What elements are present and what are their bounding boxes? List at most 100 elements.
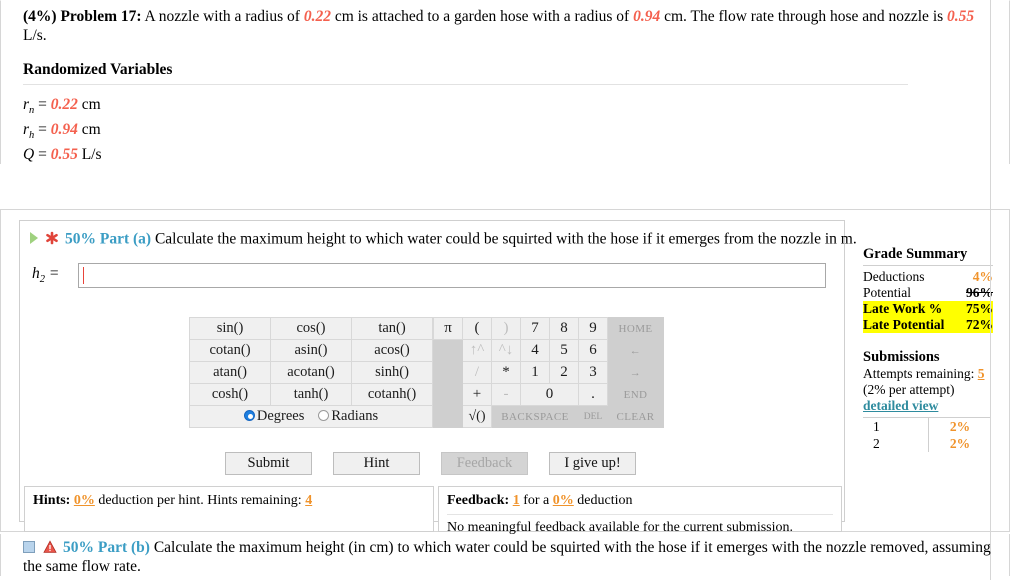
key-divide[interactable]: / [462, 361, 492, 384]
submissions-table: 1 2% 2 2% [863, 417, 991, 452]
fn-key-tanh[interactable]: tanh() [270, 383, 352, 406]
fn-key-cotan[interactable]: cotan() [189, 339, 271, 362]
attempts-remaining-line: Attempts remaining: 5 [863, 366, 993, 382]
feedback-panel: Feedback: 1 for a 0% deduction No meanin… [438, 486, 842, 535]
key-clear[interactable]: CLEAR [607, 405, 664, 428]
feedback-divider [447, 514, 833, 515]
key-3[interactable]: 3 [578, 361, 608, 384]
feedback-deduction[interactable]: 0% [553, 493, 574, 508]
key-7[interactable]: 7 [520, 317, 550, 340]
key-pi[interactable]: π [433, 317, 463, 340]
key-end[interactable]: END [607, 383, 664, 406]
problem-weight: (4%) [23, 8, 57, 25]
key-5[interactable]: 5 [549, 339, 579, 362]
keypad-row: / * 1 2 3 → [433, 361, 664, 384]
fn-key-sin[interactable]: sin() [189, 317, 271, 340]
rv-symbol: Q [23, 146, 35, 164]
problem-text-3: cm. The flow rate through hose and nozzl… [660, 8, 948, 25]
fn-key-acos[interactable]: acos() [351, 339, 433, 362]
part-a-percent: 50% [65, 230, 96, 248]
keypad-row: π ( ) 7 8 9 HOME [433, 317, 664, 340]
key-backspace[interactable]: BACKSPACE [491, 405, 579, 428]
part-b-percent: 50% [63, 539, 94, 556]
fn-key-asin[interactable]: asin() [270, 339, 352, 362]
radians-radio[interactable] [318, 410, 330, 422]
key-8[interactable]: 8 [549, 317, 579, 340]
key-9[interactable]: 9 [578, 317, 608, 340]
key-arrow-right[interactable]: → [607, 361, 664, 384]
feedback-text-end: deduction [573, 493, 633, 508]
key-4[interactable]: 4 [520, 339, 550, 362]
angle-mode-cell: Degrees Radians [189, 405, 433, 428]
play-triangle-icon[interactable] [30, 232, 38, 245]
feedback-count[interactable]: 1 [513, 493, 520, 508]
fn-key-atan[interactable]: atan() [189, 361, 271, 384]
feedback-button: Feedback [441, 452, 528, 475]
answer-input[interactable] [78, 263, 826, 288]
function-row: cosh() tanh() cotanh() [189, 383, 433, 406]
submission-row: 2 2% [863, 435, 991, 452]
rv-value: 0.94 [50, 121, 78, 139]
grade-summary-rule [863, 265, 993, 266]
submission-number: 1 [863, 418, 929, 435]
fn-key-tan[interactable]: tan() [351, 317, 433, 340]
attempts-label: Attempts remaining: [863, 366, 978, 381]
give-up-button[interactable]: I give up! [549, 452, 636, 475]
keypad-row: + - 0 . END [433, 383, 664, 406]
grade-row-name: Deductions [863, 269, 925, 284]
submission-penalty: 2% [949, 436, 971, 451]
grade-row-value: 75% [966, 301, 993, 316]
fn-key-cosh[interactable]: cosh() [189, 383, 271, 406]
key-1[interactable]: 1 [520, 361, 550, 384]
grade-summary-title: Grade Summary [863, 246, 968, 262]
hints-remaining[interactable]: 4 [305, 493, 312, 508]
key-minus[interactable]: - [491, 383, 521, 406]
submission-number: 2 [863, 435, 929, 452]
problem-text-4: L/s. [23, 27, 47, 44]
key-home[interactable]: HOME [607, 317, 664, 340]
fn-key-cos[interactable]: cos() [270, 317, 352, 340]
hints-label: Hints: [33, 493, 71, 508]
submission-row: 1 2% [863, 418, 991, 435]
part-b-label: Part (b) [94, 539, 150, 556]
red-asterisk-icon [45, 231, 59, 245]
blue-square-icon[interactable] [23, 541, 35, 554]
randomized-variable-row: rn = 0.22 cm [23, 95, 995, 120]
fn-key-acotan[interactable]: acotan() [270, 361, 352, 384]
key-arrow-left[interactable]: ← [607, 339, 664, 362]
key-plus[interactable]: + [462, 383, 492, 406]
grade-row-value: 96% [966, 285, 993, 300]
hint-button[interactable]: Hint [333, 452, 420, 475]
answer-row: h2 = [32, 263, 826, 288]
key-open-paren[interactable]: ( [462, 317, 492, 340]
problem-text-2: cm is attached to a garden hose with a r… [330, 8, 634, 25]
key-multiply[interactable]: * [491, 361, 521, 384]
key-2[interactable]: 2 [549, 361, 579, 384]
fn-key-sinh[interactable]: sinh() [351, 361, 433, 384]
part-a-container: 50% Part (a) Calculate the maximum heigh… [0, 210, 1010, 535]
key-del[interactable]: DEL [578, 405, 608, 428]
grade-row-name: Potential [863, 285, 911, 300]
rv-value: 0.22 [50, 96, 78, 113]
key-sqrt[interactable]: √() [462, 405, 492, 428]
key-power-down[interactable]: ^↓ [491, 339, 521, 362]
answer-equals: = [45, 265, 60, 283]
rv-equals: = [34, 146, 51, 164]
key-6[interactable]: 6 [578, 339, 608, 362]
rv-equals: = [34, 96, 51, 113]
function-row: sin() cos() tan() [189, 317, 433, 340]
calculator-widget: sin() cos() tan() cotan() asin() acos() … [189, 317, 664, 428]
submit-button[interactable]: Submit [225, 452, 312, 475]
key-decimal[interactable]: . [578, 383, 608, 406]
key-close-paren[interactable]: ) [491, 317, 521, 340]
key-0[interactable]: 0 [520, 383, 579, 406]
detailed-view-link[interactable]: detailed view [863, 398, 938, 413]
fn-key-cotanh[interactable]: cotanh() [351, 383, 433, 406]
text-caret [83, 267, 84, 284]
hints-deduction[interactable]: 0% [74, 493, 95, 508]
part-b-container[interactable]: 50% Part (b) Calculate the maximum heigh… [0, 534, 1010, 576]
rv-unit: cm [77, 121, 101, 139]
degrees-radio[interactable] [243, 410, 255, 422]
grade-row-value: 72% [966, 317, 993, 332]
key-power-up[interactable]: ↑^ [462, 339, 492, 362]
